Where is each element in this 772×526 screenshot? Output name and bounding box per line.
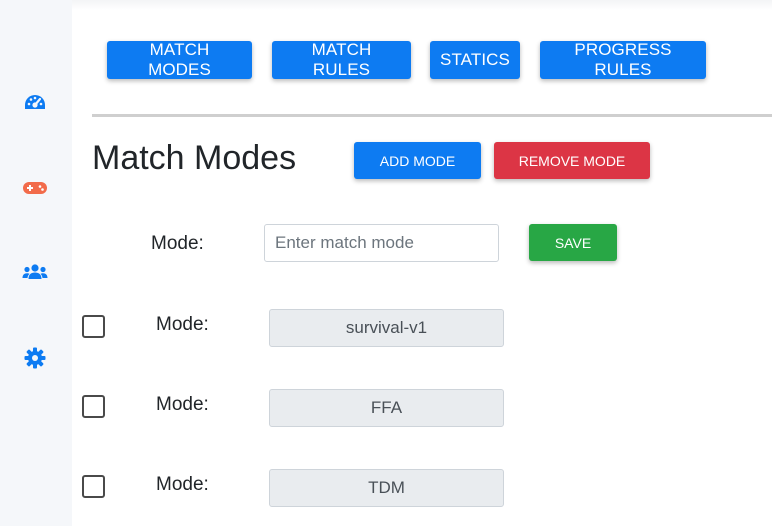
- nav-match-rules-button[interactable]: MATCH RULES: [272, 40, 411, 79]
- mode-label: Mode:: [156, 314, 209, 335]
- save-button[interactable]: SAVE: [529, 224, 617, 261]
- page-title: Match Modes: [92, 139, 297, 177]
- mode-checkbox[interactable]: [82, 395, 105, 418]
- section-divider: [92, 114, 772, 117]
- nav-statics-button[interactable]: STATICS: [430, 41, 520, 79]
- gear-icon[interactable]: [22, 345, 48, 371]
- mode-value: TDM: [269, 469, 504, 507]
- speedometer-icon[interactable]: [22, 90, 48, 116]
- mode-checkbox[interactable]: [82, 315, 105, 338]
- add-mode-button[interactable]: ADD MODE: [354, 142, 481, 179]
- mode-checkbox[interactable]: [82, 475, 105, 498]
- mode-input-label: Mode:: [151, 233, 204, 254]
- users-icon[interactable]: [22, 259, 48, 285]
- sidebar: [0, 0, 72, 526]
- mode-value: FFA: [269, 389, 504, 427]
- mode-value: survival-v1: [269, 309, 504, 347]
- mode-input[interactable]: [264, 224, 499, 262]
- nav-progress-rules-button[interactable]: PROGRESS RULES: [540, 40, 706, 79]
- mode-label: Mode:: [156, 394, 209, 415]
- nav-match-modes-button[interactable]: MATCH MODES: [107, 40, 252, 79]
- mode-label: Mode:: [156, 474, 209, 495]
- gamepad-icon[interactable]: [22, 175, 48, 201]
- remove-mode-button[interactable]: REMOVE MODE: [494, 142, 650, 179]
- top-header-strip: [72, 0, 772, 10]
